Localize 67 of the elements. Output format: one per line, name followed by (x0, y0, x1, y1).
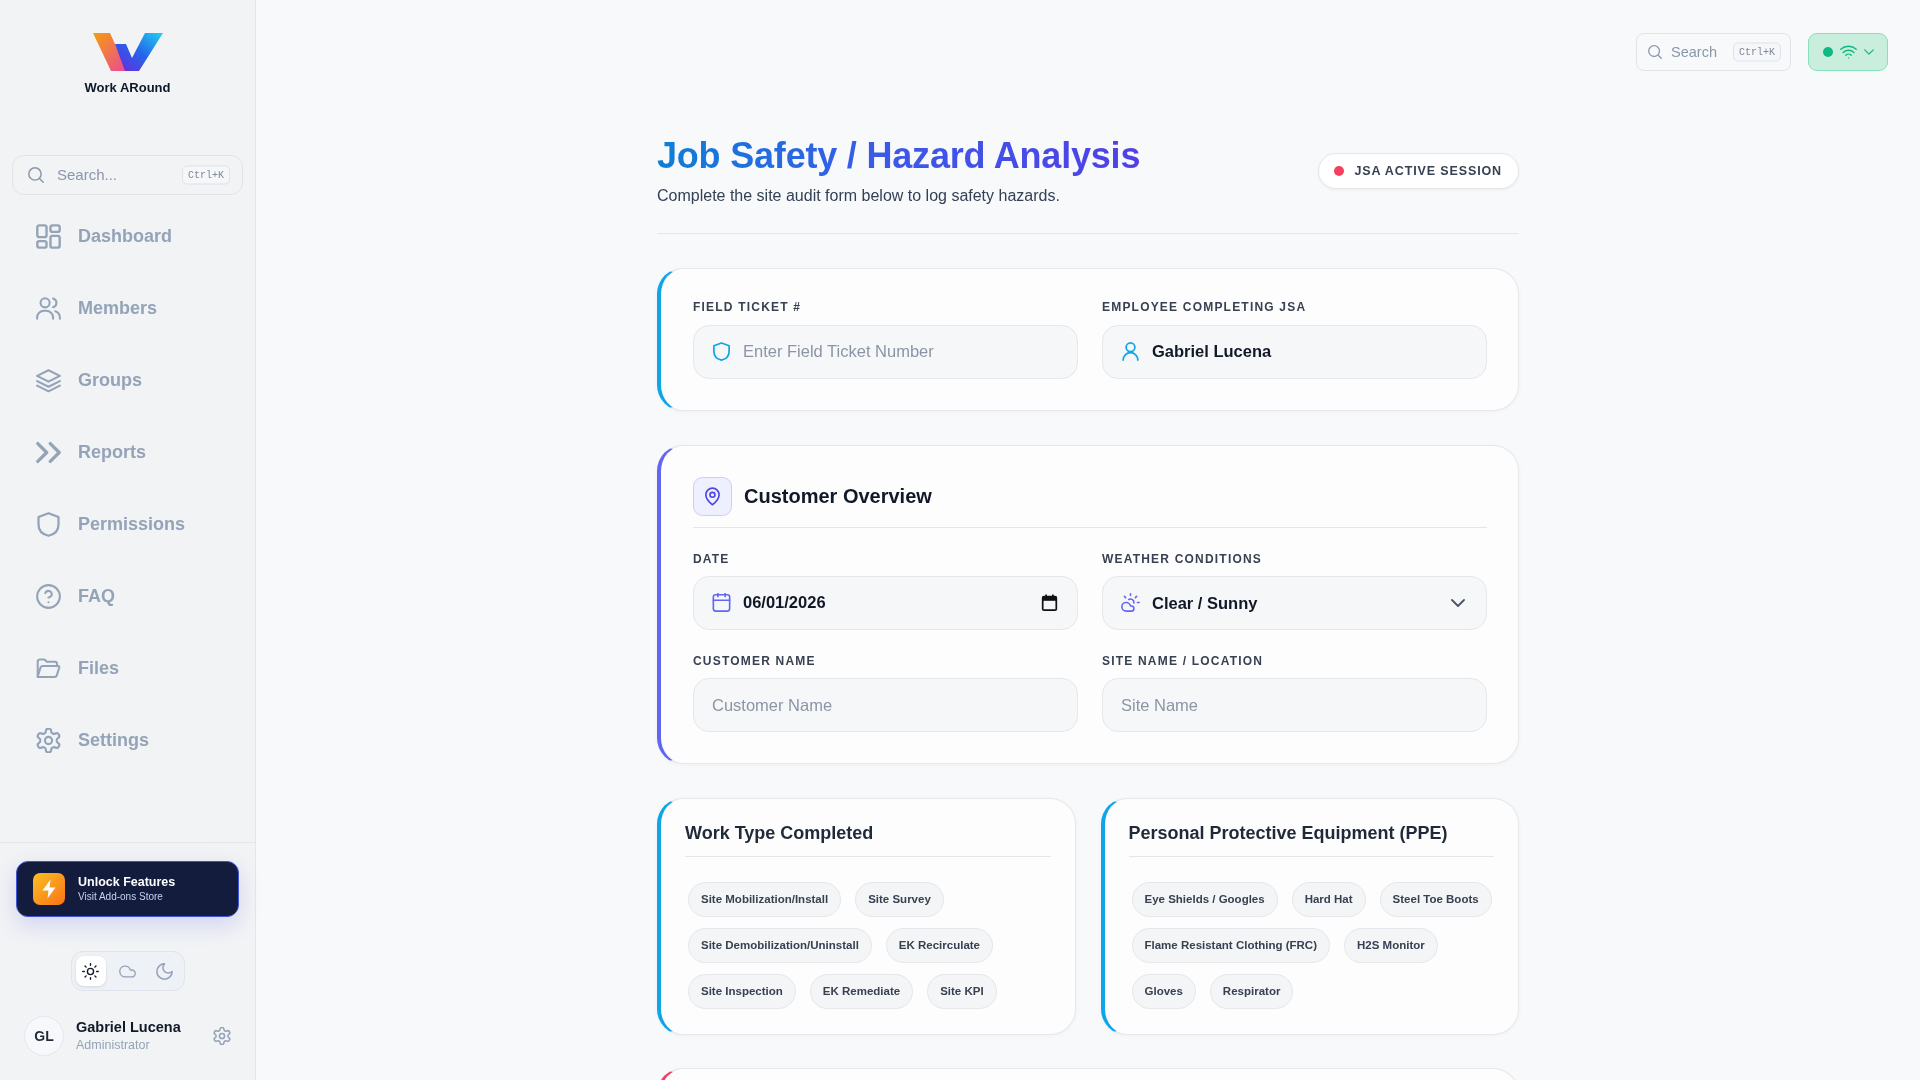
grid-icon (36, 224, 61, 250)
option-chip[interactable]: EK Remediate (809, 973, 914, 1009)
option-chip[interactable]: Flame Resistant Clothing (FRC) (1131, 927, 1330, 963)
option-chip[interactable]: H2S Monitor (1344, 927, 1438, 963)
page-subtitle: Complete the site audit form below to log safety hazards. (657, 186, 1061, 207)
double-chevron-icon (36, 440, 61, 466)
user-icon (1121, 342, 1140, 362)
light-mode-button[interactable] (75, 956, 106, 986)
search-icon (28, 166, 44, 183)
field-label: DATE (693, 551, 731, 566)
field-label: FIELD TICKET # (693, 300, 803, 315)
user-role: Administrator (76, 1036, 151, 1053)
user-name: Gabriel Lucena (76, 1019, 181, 1037)
sun-icon (82, 962, 99, 980)
cloud-icon (119, 962, 136, 980)
logo-icon (91, 32, 164, 72)
option-chip[interactable]: Gloves (1131, 973, 1196, 1009)
option-chip[interactable]: Site Survey (855, 881, 944, 917)
moon-icon (156, 962, 173, 980)
section-title: Personal Protective Equipment (PPE) (1128, 823, 1494, 857)
option-chip[interactable]: EK Recirculate (885, 927, 993, 963)
caret-icon (1863, 47, 1874, 57)
status-dot (1822, 47, 1833, 57)
session-label: JSA ACTIVE SESSION (1354, 162, 1502, 180)
lightning-icon (33, 873, 65, 905)
banner-subtitle: Visit Add-ons Store (78, 890, 164, 904)
date-field[interactable]: 06/01/2026 (693, 575, 1078, 630)
sun-cloud-icon (1121, 593, 1140, 613)
shortcut-hint: Ctrl+K (182, 165, 230, 185)
option-chip[interactable]: Eye Shields / Googles (1131, 881, 1278, 917)
field-label: EMPLOYEE COMPLETING JSA (1102, 300, 1308, 315)
ticket-number-field[interactable]: Enter Field Ticket Number (693, 324, 1078, 379)
layers-icon (36, 368, 61, 394)
users-icon (36, 296, 61, 322)
location-pin-icon (693, 476, 732, 516)
status-dot (1333, 166, 1344, 177)
option-chip[interactable]: Site KPI (927, 973, 997, 1009)
field-label: CUSTOMER NAME (693, 653, 817, 669)
section-title: Work Type Completed (685, 823, 1051, 857)
section-title: Customer Overview (744, 484, 932, 509)
option-chip[interactable]: Site Inspection (688, 973, 796, 1009)
field-label: WEATHER CONDITIONS (1102, 551, 1264, 566)
calendar-icon (712, 593, 731, 613)
shield-icon (36, 512, 61, 538)
wifi-icon (1839, 43, 1857, 61)
field-label: SITE NAME / LOCATION (1102, 653, 1265, 669)
unlock-features-banner[interactable]: Unlock Features Visit Add-ons Store (16, 861, 239, 917)
input-field[interactable]: Site Name (1102, 678, 1487, 733)
gear-icon (36, 728, 61, 754)
input-field[interactable]: Customer Name (693, 678, 1078, 733)
option-chip[interactable]: Hard Hat (1291, 881, 1366, 917)
banner-title: Unlock Features (78, 874, 176, 891)
connection-status-button[interactable] (1808, 33, 1888, 71)
settings-icon[interactable] (213, 1027, 231, 1045)
option-chip[interactable]: Site Demobilization/Uninstall (688, 927, 872, 963)
option-chip[interactable]: Steel Toe Boots (1379, 881, 1492, 917)
weather-select[interactable]: Clear / Sunny (1102, 575, 1487, 630)
shortcut-hint: Ctrl+K (1733, 42, 1781, 62)
question-icon (36, 584, 61, 610)
calendar-icon[interactable] (1041, 594, 1058, 612)
shield-icon (712, 342, 731, 362)
option-chip[interactable]: Site Mobilization/Install (688, 881, 842, 917)
avatar: GL (24, 1016, 64, 1056)
employee-field[interactable]: Gabriel Lucena (1102, 324, 1487, 379)
brand-name: Work ARound (84, 80, 171, 96)
search-icon (1648, 45, 1662, 59)
option-chip[interactable]: Respirator (1209, 973, 1294, 1009)
